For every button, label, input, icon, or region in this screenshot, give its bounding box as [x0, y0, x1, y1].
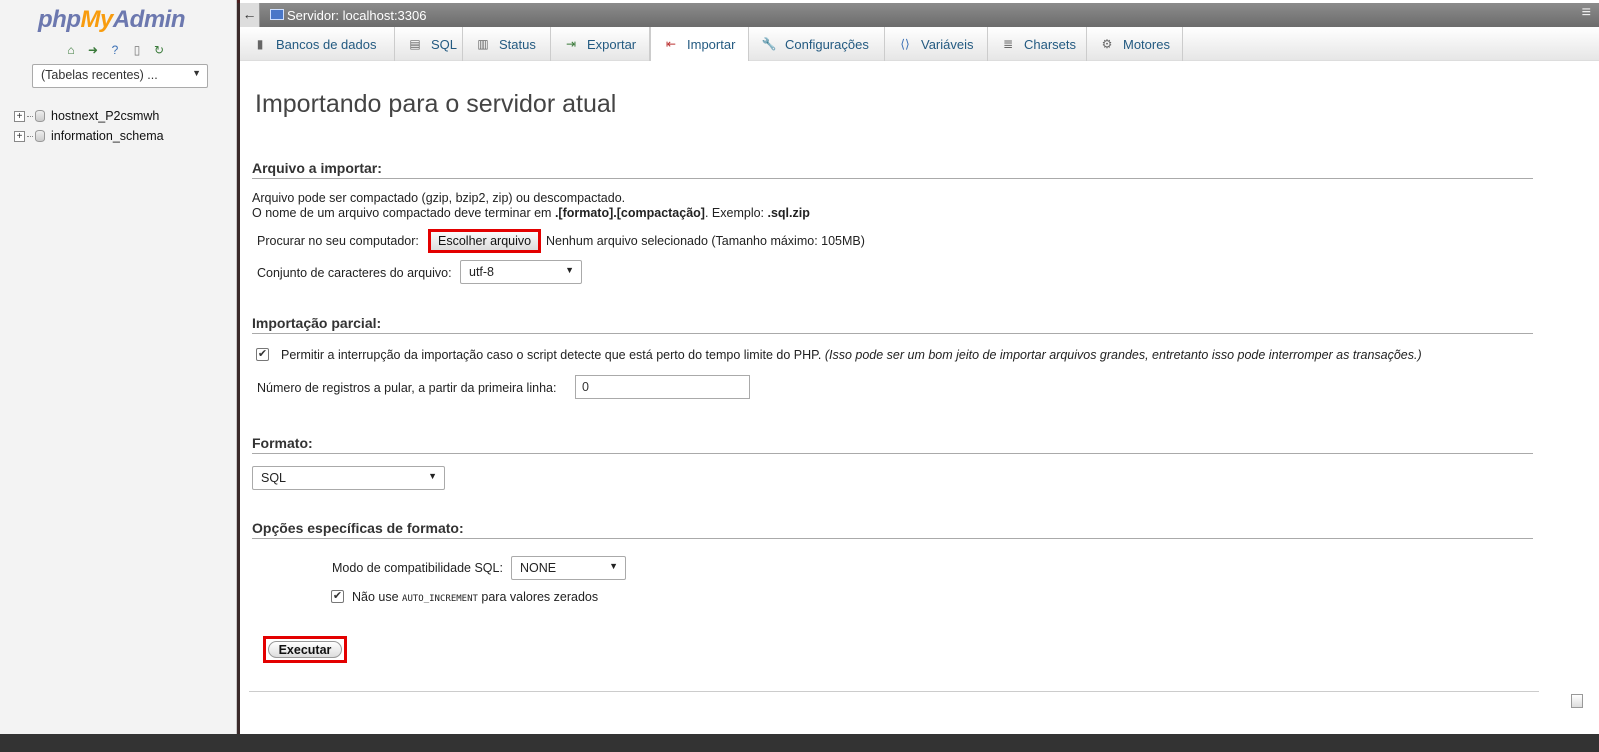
import-icon: ⇤: [665, 37, 677, 51]
charset-label: Conjunto de caracteres do arquivo:: [257, 266, 452, 280]
docs-icon[interactable]: ▯: [128, 42, 146, 58]
engines-icon: ⚙: [1101, 37, 1113, 51]
back-arrow-icon[interactable]: ←: [240, 3, 260, 27]
collapse-menu-icon[interactable]: ≡: [1582, 4, 1591, 22]
compat-mode-label: Modo de compatibilidade SQL:: [332, 561, 503, 575]
execute-button-frame[interactable]: Executar: [263, 636, 347, 663]
filename-info: O nome de um arquivo compactado deve ter…: [252, 206, 810, 220]
choose-file-button[interactable]: Escolher arquivo: [427, 229, 542, 253]
allow-interrupt-label[interactable]: Permitir a interrupção da importação cas…: [281, 348, 1422, 362]
phpmyadmin-logo[interactable]: phpMyAdmin: [38, 6, 186, 34]
tab-sql[interactable]: ▤ SQL: [395, 27, 463, 61]
charsets-icon: ≣: [1002, 37, 1014, 51]
help-icon[interactable]: ?: [106, 42, 124, 58]
database-icon: ▮: [256, 37, 264, 51]
compat-mode-select[interactable]: NONE ▼: [511, 556, 626, 580]
wrench-icon: 🔧: [761, 37, 777, 51]
export-icon: ⇥: [565, 37, 577, 51]
format-section-heading: Formato:: [252, 435, 1533, 454]
database-item[interactable]: + information_schema: [14, 126, 164, 146]
expand-icon[interactable]: +: [14, 110, 25, 122]
navigation-panel: phpMyAdmin ⌂ ➜ ? ▯ ↻ (Tabelas recentes) …: [0, 0, 237, 752]
tab-bancos-de-dados[interactable]: ▮ Bancos de dados: [240, 27, 395, 61]
page-title: Importando para o servidor atual: [255, 90, 617, 118]
tab-charsets[interactable]: ≣ Charsets: [988, 27, 1087, 61]
expand-icon[interactable]: +: [14, 130, 25, 142]
format-options-heading: Opções específicas de formato:: [252, 520, 1533, 539]
no-file-status: Nenhum arquivo selecionado (Tamanho máxi…: [546, 234, 865, 248]
variables-icon: ⟨⟩: [900, 37, 910, 51]
footer-divider: [249, 691, 1539, 692]
no-auto-increment-checkbox[interactable]: ✔: [331, 590, 344, 603]
allow-interrupt-checkbox[interactable]: ✔: [256, 348, 269, 361]
database-tree: + hostnext_P2csmwh + information_schema: [14, 106, 164, 146]
skip-rows-input[interactable]: 0: [575, 375, 750, 399]
database-icon: [35, 130, 45, 142]
chevron-down-icon: ▼: [609, 561, 618, 571]
tab-configuracoes[interactable]: 🔧 Configurações: [749, 27, 885, 61]
file-section-heading: Arquivo a importar:: [252, 160, 1533, 179]
chevron-down-icon: ▼: [565, 265, 574, 275]
home-icon[interactable]: ⌂: [62, 42, 80, 58]
top-menu-tabs: ▮ Bancos de dados ▤ SQL ▥ Status ⇥ Exportar …: [240, 27, 1599, 61]
database-item[interactable]: + hostnext_P2csmwh: [14, 106, 164, 126]
server-breadcrumb[interactable]: Servidor: localhost:3306: [287, 8, 426, 23]
tab-status[interactable]: ▥ Status: [463, 27, 551, 61]
bottom-bar: [0, 734, 1599, 752]
reload-icon[interactable]: ↻: [150, 42, 168, 58]
tab-importar[interactable]: ⇤ Importar: [650, 27, 749, 61]
database-name[interactable]: hostnext_P2csmwh: [51, 109, 159, 123]
server-breadcrumb-bar: ← Servidor: localhost:3306 ≡: [240, 3, 1599, 27]
no-auto-increment-label[interactable]: Não use AUTO_INCREMENT para valores zera…: [352, 590, 598, 604]
partial-section-heading: Importação parcial:: [252, 315, 1533, 334]
tab-exportar[interactable]: ⇥ Exportar: [551, 27, 650, 61]
tab-motores[interactable]: ⚙ Motores: [1087, 27, 1183, 61]
status-icon: ▥: [477, 37, 489, 51]
browse-label: Procurar no seu computador:: [257, 234, 419, 248]
database-icon: [35, 110, 45, 122]
chevron-down-icon: ▼: [428, 471, 437, 481]
database-name[interactable]: information_schema: [51, 129, 164, 143]
chevron-down-icon: ▼: [192, 68, 201, 78]
compression-info: Arquivo pode ser compactado (gzip, bzip2…: [252, 191, 626, 205]
recent-tables-select[interactable]: (Tabelas recentes) ... ▼: [32, 64, 208, 88]
execute-button[interactable]: Executar: [268, 641, 342, 658]
sql-icon: ▤: [409, 37, 421, 51]
tab-variaveis[interactable]: ⟨⟩ Variáveis: [885, 27, 988, 61]
charset-select[interactable]: utf-8 ▼: [460, 260, 582, 284]
main-panel: ← Servidor: localhost:3306 ≡ ▮ Bancos de …: [240, 0, 1599, 752]
logout-icon[interactable]: ➜: [84, 42, 102, 58]
format-select[interactable]: SQL ▼: [252, 466, 445, 490]
page-settings-icon[interactable]: [1571, 694, 1583, 708]
server-icon: [270, 9, 284, 20]
skip-rows-label: Número de registros a pular, a partir da…: [257, 381, 557, 395]
nav-icon-bar: ⌂ ➜ ? ▯ ↻: [62, 42, 168, 58]
